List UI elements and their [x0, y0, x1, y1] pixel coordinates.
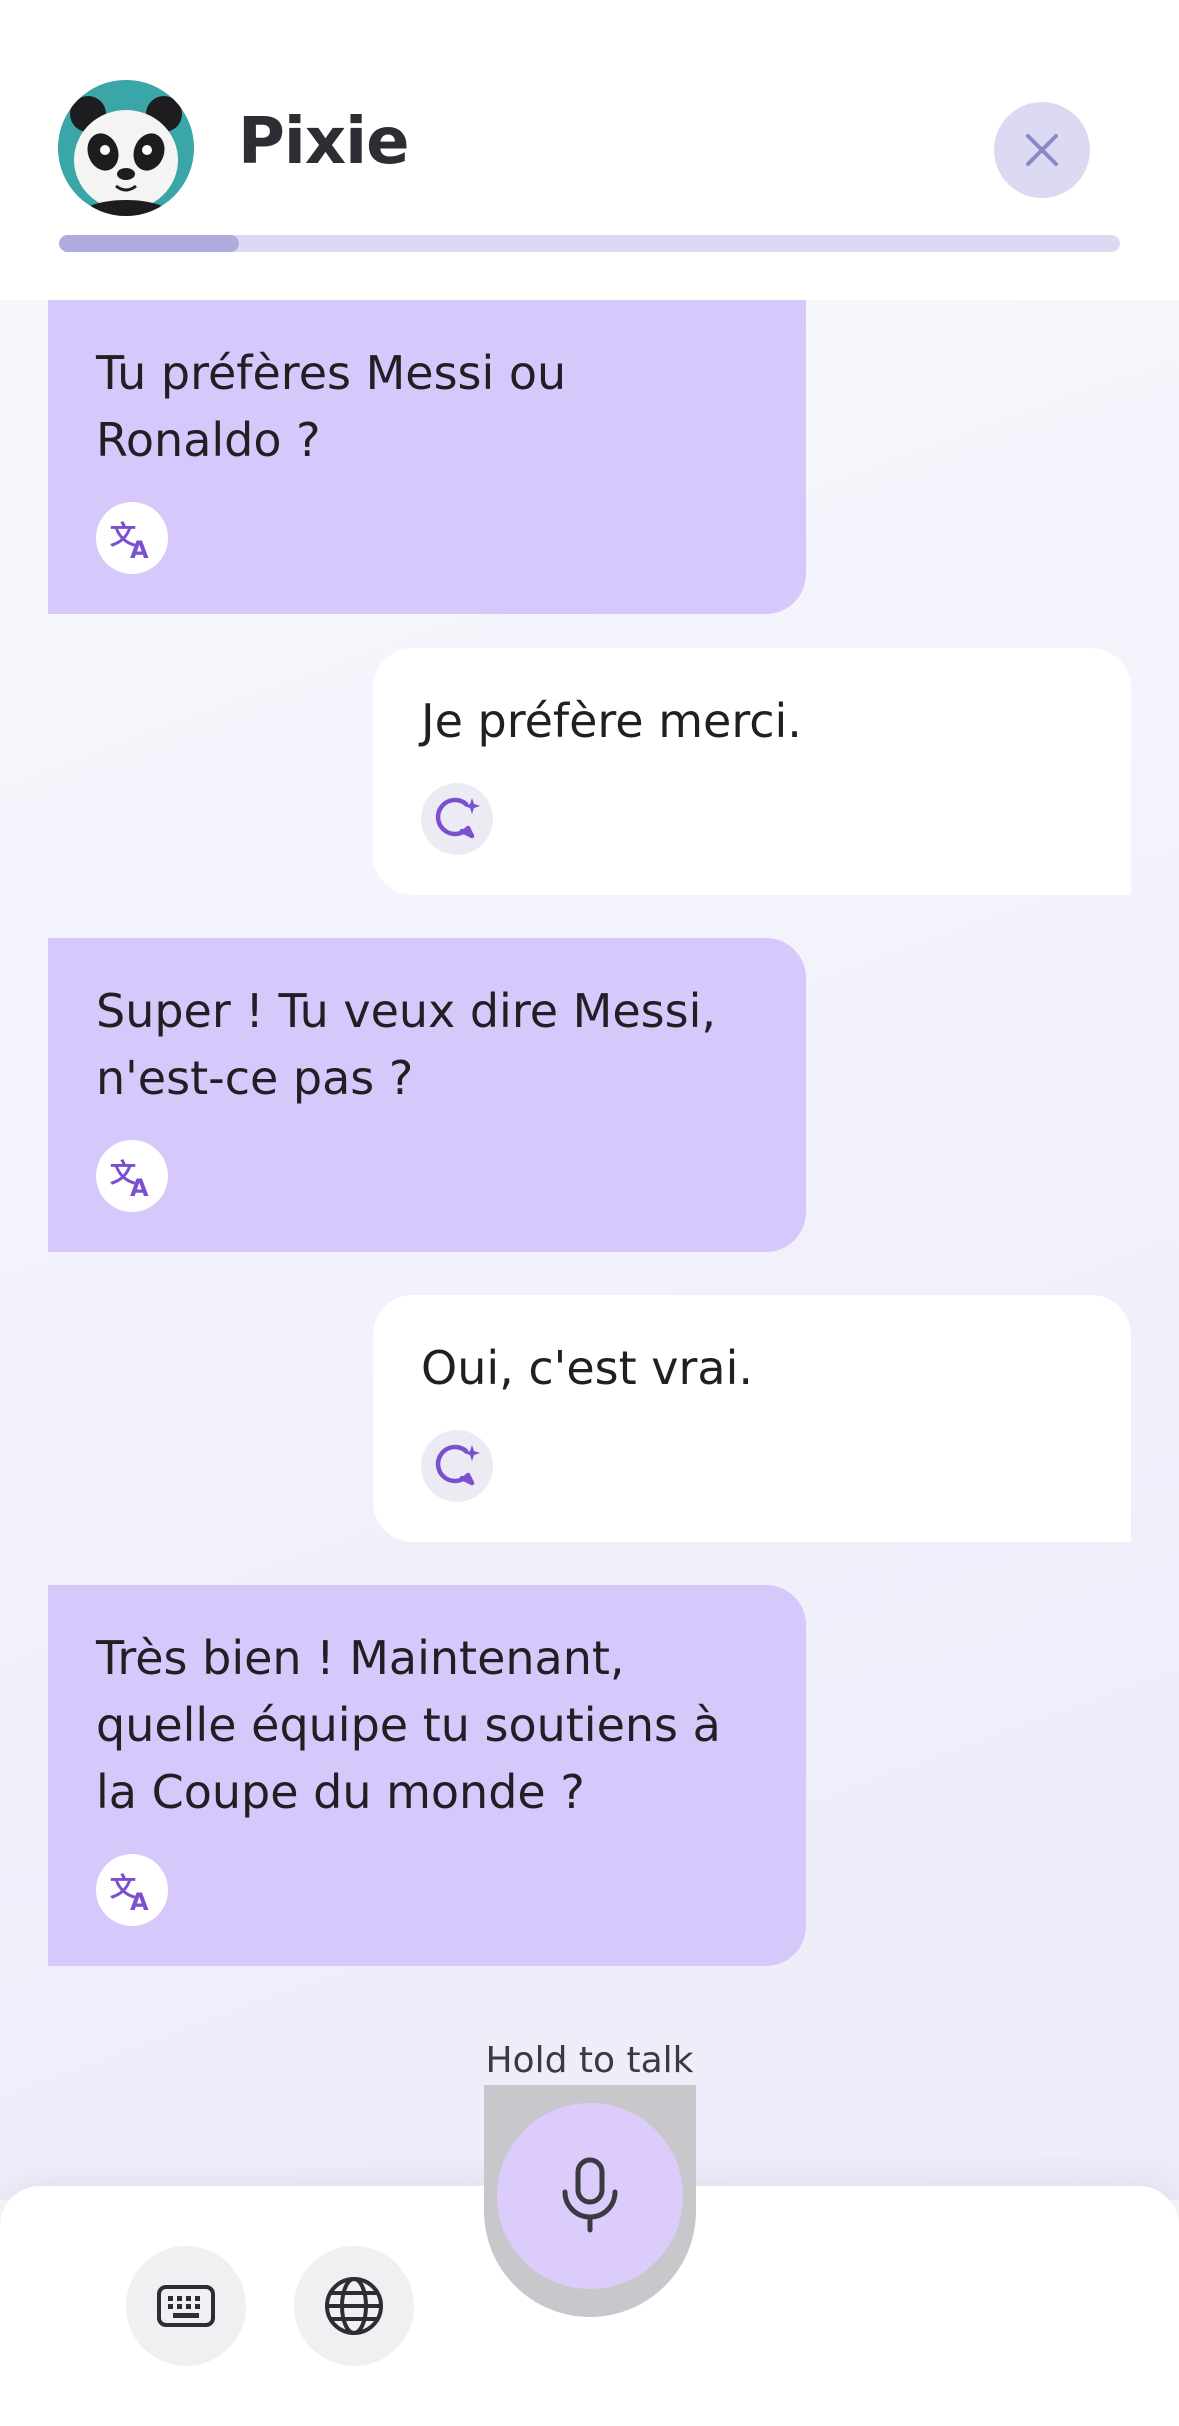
message-text-line: quelle équipe tu soutiens à: [96, 1698, 721, 1752]
message-text-line: Ronaldo ?: [96, 413, 321, 467]
message-text-line: Je préfère merci.: [421, 694, 802, 748]
keyboard-button[interactable]: [126, 2246, 246, 2366]
feedback-sparkle-icon: [435, 797, 480, 839]
lesson-progress-bar: [59, 235, 1120, 252]
close-button[interactable]: [994, 102, 1090, 198]
translate-button[interactable]: 文 A: [96, 1140, 168, 1212]
hold-to-talk-label: Hold to talk: [485, 2040, 694, 2081]
keyboard-icon: [157, 2285, 215, 2327]
bot-message: Super ! Tu veux dire Messi, n'est-ce pas…: [48, 938, 806, 1252]
message-text-line: n'est-ce pas ?: [96, 1051, 414, 1105]
bot-message: Tu préfères Messi ou Ronaldo ? 文 A: [48, 300, 806, 614]
message-text-line: Très bien ! Maintenant,: [96, 1631, 625, 1685]
feedback-sparkle-icon: [435, 1444, 480, 1486]
feedback-button[interactable]: [421, 783, 493, 855]
message-text-line: Tu préfères Messi ou: [96, 346, 567, 400]
translate-button[interactable]: 文 A: [96, 1854, 168, 1926]
feedback-button[interactable]: [421, 1430, 493, 1502]
close-icon: [1026, 134, 1058, 166]
svg-text:A: A: [130, 1888, 149, 1914]
progress-fill: [59, 235, 240, 252]
message-text-line: la Coupe du monde ?: [96, 1765, 585, 1819]
avatar: [58, 80, 194, 216]
header: Pixie: [0, 0, 1179, 300]
message-text-line: Super ! Tu veux dire Messi,: [96, 984, 716, 1038]
translate-icon: 文 A: [110, 1872, 149, 1914]
user-message: Je préfère merci.: [373, 648, 1131, 895]
svg-text:A: A: [130, 1174, 149, 1200]
svg-text:A: A: [130, 536, 149, 562]
translate-icon: 文 A: [110, 520, 149, 562]
bot-message: Très bien ! Maintenant, quelle équipe tu…: [48, 1585, 806, 1966]
page-title: Pixie: [238, 105, 409, 179]
message-text-line: Oui, c'est vrai.: [421, 1341, 753, 1395]
microphone-icon: [562, 2157, 618, 2233]
user-message: Oui, c'est vrai.: [373, 1295, 1131, 1542]
translate-button[interactable]: 文 A: [96, 502, 168, 574]
language-button[interactable]: [294, 2246, 414, 2366]
translate-icon: 文 A: [110, 1158, 149, 1200]
globe-icon: [325, 2277, 383, 2335]
hold-to-talk-button[interactable]: [497, 2103, 683, 2289]
